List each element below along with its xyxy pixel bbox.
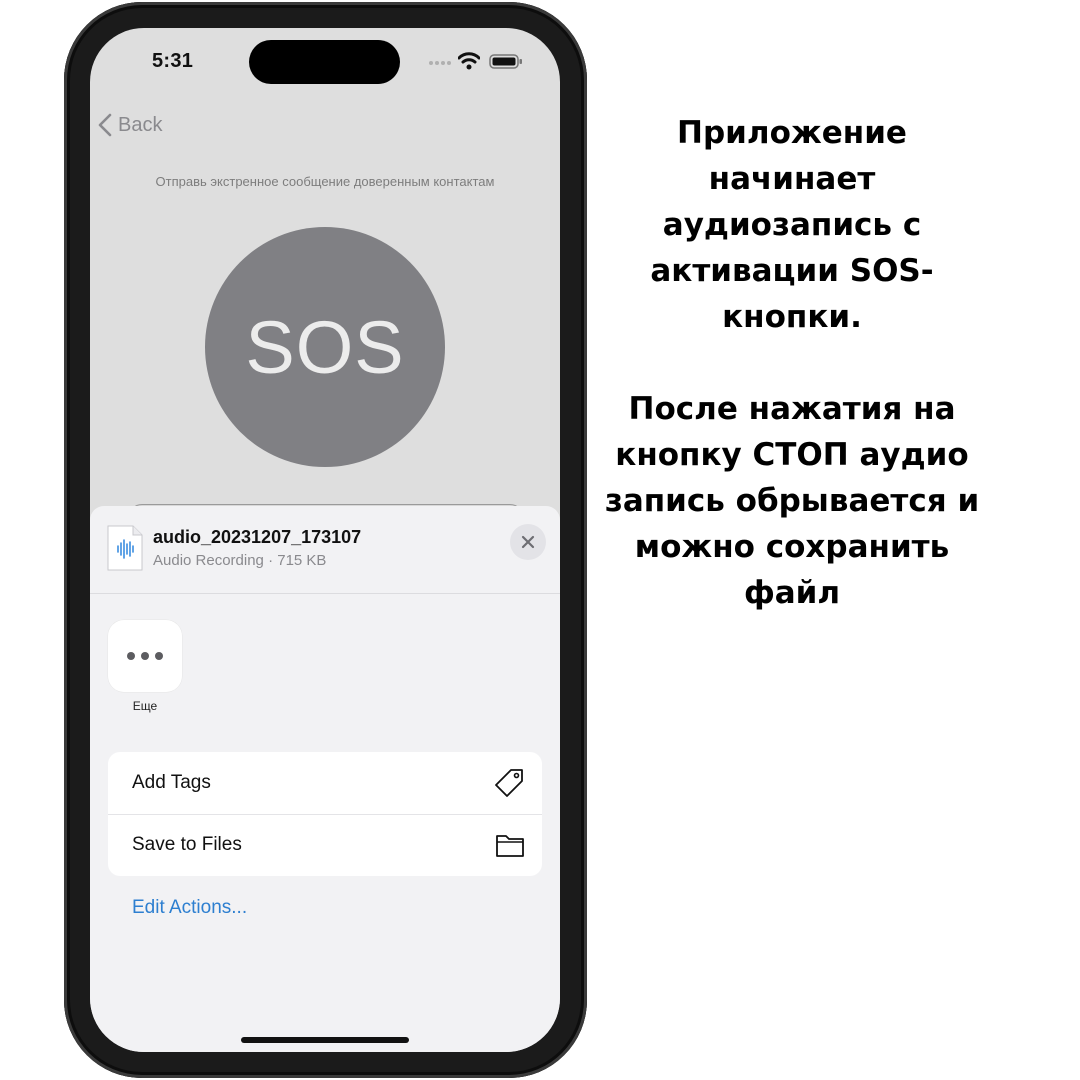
file-name: audio_20231207_173107 bbox=[153, 527, 362, 547]
share-sheet-header: audio_20231207_173107 Audio Recording · … bbox=[90, 506, 560, 594]
save-to-files-action[interactable]: Save to Files bbox=[108, 814, 542, 876]
edit-actions-link[interactable]: Edit Actions... bbox=[132, 897, 247, 919]
wifi-icon bbox=[458, 52, 480, 70]
cellular-signal-icon bbox=[429, 61, 451, 65]
sos-label: SOS bbox=[245, 305, 405, 389]
close-icon bbox=[521, 535, 535, 549]
tag-icon bbox=[495, 769, 523, 797]
ellipsis-icon bbox=[127, 652, 163, 660]
share-sheet: audio_20231207_173107 Audio Recording · … bbox=[90, 506, 560, 1052]
home-indicator bbox=[241, 1037, 409, 1043]
phone-screen: 5:31 Back Отправь экстренное сообщение д… bbox=[90, 28, 560, 1052]
sos-button[interactable]: SOS bbox=[205, 227, 445, 467]
audio-file-icon bbox=[107, 525, 143, 571]
more-button[interactable] bbox=[108, 620, 182, 692]
folder-icon bbox=[496, 835, 524, 857]
promo-caption: Приложение начинает аудиозапись с актива… bbox=[598, 110, 986, 616]
back-button[interactable]: Back bbox=[98, 110, 162, 140]
action-label: Save to Files bbox=[132, 834, 242, 855]
close-button[interactable] bbox=[510, 524, 546, 560]
file-meta: Audio Recording · 715 KB bbox=[153, 552, 327, 569]
share-actions-list: Add Tags Save to Files bbox=[108, 752, 542, 876]
back-label: Back bbox=[118, 113, 163, 136]
add-tags-action[interactable]: Add Tags bbox=[108, 752, 542, 814]
caption-paragraph-2: После нажатия на кнопку СТОП аудио запис… bbox=[604, 391, 980, 611]
battery-icon bbox=[489, 54, 522, 69]
chevron-left-icon bbox=[98, 113, 112, 137]
more-label: Еще bbox=[132, 699, 158, 713]
caption-paragraph-1: Приложение начинает аудиозапись с актива… bbox=[650, 115, 934, 335]
emergency-subtitle: Отправь экстренное сообщение доверенным … bbox=[155, 174, 495, 189]
dynamic-island bbox=[249, 40, 400, 84]
status-time: 5:31 bbox=[152, 50, 194, 72]
action-label: Add Tags bbox=[132, 772, 211, 793]
